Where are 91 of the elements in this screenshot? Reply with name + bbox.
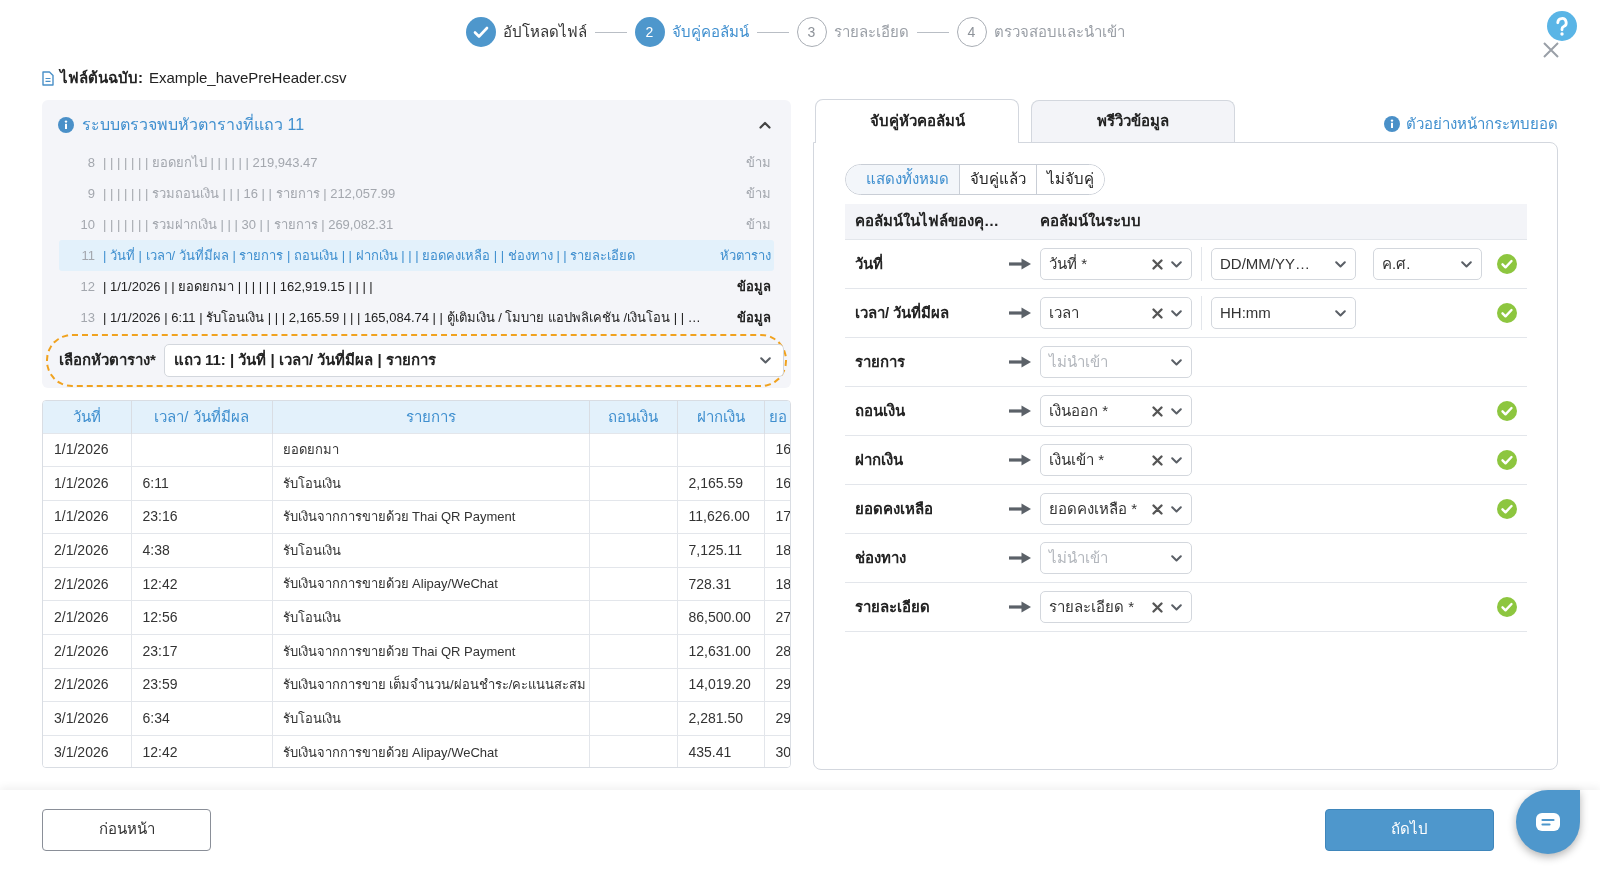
- clear-icon[interactable]: [1152, 258, 1163, 270]
- table-cell: รับเงินจากการขายด้วย Alipay/WeChat: [272, 735, 589, 767]
- format-select[interactable]: ค.ศ.: [1373, 248, 1482, 280]
- row-tag: ข้าม: [740, 214, 771, 235]
- arrow-right-icon: [1009, 503, 1031, 515]
- row-number: 8: [86, 153, 95, 172]
- row-content: | | | | | | | รวมฝากเงิน | | | 30 | | รายการ | 269,082.31: [103, 215, 394, 234]
- column-select[interactable]: ยอดคงเหลือ *: [1040, 493, 1192, 525]
- column-select[interactable]: วันที่ *: [1040, 248, 1192, 280]
- column-select[interactable]: เงินเข้า *: [1040, 444, 1192, 476]
- chevron-down-icon: [1335, 260, 1346, 268]
- row-content: | 1/1/2026 | | ยอดยกมา | | | | | | 162,919.15 | | | |: [103, 277, 373, 296]
- row-content: | | | | | | | ยอดยกไป | | | | | | 219,943.47: [103, 153, 318, 172]
- row-tag: หัวตาราง: [714, 245, 771, 266]
- row-tag: ข้าม: [740, 152, 771, 173]
- arrow-right-icon: [1009, 454, 1031, 466]
- arrow-right-icon: [1009, 601, 1031, 613]
- step-label: รายละเอียด: [833, 21, 909, 42]
- reconciliation-example-link[interactable]: ตัวอย่างหน้ากระทบยอด: [1406, 112, 1558, 136]
- source-column-name: เวลา/ วันที่มีผล: [854, 301, 951, 323]
- arrow-right-icon: [1009, 307, 1031, 319]
- arrow-right-icon: [1009, 356, 1031, 368]
- chevron-down-icon: [1171, 407, 1182, 415]
- header-row-select[interactable]: แถว 11: | วันที่ | เวลา/ วันที่มีผล | รายการ: [163, 344, 784, 377]
- step-label: จับคู่คอลัมน์: [671, 21, 749, 43]
- chevron-down-icon: [760, 357, 771, 364]
- clear-icon[interactable]: [1152, 405, 1163, 417]
- column-header: คอลัมน์ในไฟล์ของคุ…: [854, 210, 1000, 233]
- column-select[interactable]: รายละเอียด *: [1040, 591, 1192, 623]
- column-header: คอลัมน์ในระบบ: [1040, 211, 1141, 232]
- info-icon: [1384, 116, 1400, 132]
- row-number: 10: [79, 215, 95, 234]
- clear-icon[interactable]: [1152, 454, 1163, 466]
- chevron-down-icon: [1461, 260, 1472, 268]
- row-content: | | | | | | | รวมถอนเงิน | | | 16 | | รายการ | 212,057.99: [103, 184, 396, 203]
- filter-tab[interactable]: ไม่จับคู่: [1036, 165, 1104, 194]
- source-column-name: ช่องทาง: [854, 547, 907, 568]
- chevron-down-icon: [1335, 309, 1346, 317]
- chevron-down-icon: [1171, 456, 1182, 464]
- chevron-down-icon: [1171, 260, 1182, 268]
- clear-icon[interactable]: [1152, 601, 1163, 613]
- header-select-label: เลือกหัวตาราง*: [59, 350, 156, 371]
- column-select[interactable]: เวลา: [1040, 297, 1192, 329]
- row-number: 13: [79, 308, 95, 327]
- chevron-down-icon: [1171, 505, 1182, 513]
- source-column-name: ยอดคงเหลือ: [854, 498, 934, 519]
- tab[interactable]: จับคู่หัวคอลัมน์: [815, 99, 1019, 143]
- detection-title: ระบบตรวจพบหัวตารางที่แถว 11: [82, 113, 305, 135]
- step-label: ตรวจสอบและนำเข้า: [993, 21, 1125, 42]
- step-label: อัปโหลดไฟล์: [502, 21, 587, 42]
- clear-icon[interactable]: [1152, 503, 1163, 515]
- file-label: ไฟล์ต้นฉบับ:: [60, 67, 143, 88]
- row-tag: ข้อมูล: [731, 307, 771, 328]
- table-cell: 3/1/2026: [43, 735, 131, 767]
- row-number: 11: [80, 246, 95, 265]
- row-content: | วันที่ | เวลา/ วันที่มีผล | รายการ | ถอนเงิน | | ฝากเงิน | | | ยอดคงเหลือ | | ช่องทาง | | รายละเอียด: [103, 246, 636, 265]
- info-icon: [58, 117, 74, 133]
- tab[interactable]: พรีวิวข้อมูล: [1031, 100, 1235, 142]
- source-column-name: รายการ: [854, 351, 906, 372]
- file-icon: [42, 71, 54, 86]
- format-select[interactable]: HH:mm: [1211, 297, 1356, 329]
- source-column-name: ถอนเงิน: [854, 400, 906, 421]
- table-cell: 30: [764, 735, 790, 767]
- chevron-down-icon: [1171, 358, 1182, 366]
- row-number: 12: [79, 277, 95, 296]
- chevron-up-icon[interactable]: [759, 121, 771, 129]
- step-number: 2: [634, 17, 665, 47]
- step-number: 3: [796, 17, 827, 47]
- row-number: 9: [86, 184, 95, 203]
- close-icon[interactable]: [1543, 42, 1559, 58]
- table-cell: 435.41: [677, 735, 764, 767]
- chevron-down-icon: [1171, 309, 1182, 317]
- file-name: Example_havePreHeader.csv: [149, 68, 347, 88]
- source-column-name: ฝากเงิน: [854, 449, 904, 470]
- source-column-name: วันที่: [854, 252, 884, 274]
- back-button[interactable]: ก่อนหน้า: [42, 808, 211, 851]
- format-select[interactable]: DD/MM/YY…: [1211, 248, 1356, 280]
- row-content: | 1/1/2026 | 6:11 | รับโอนเงิน | | | 2,165.59 | | | 165,084.74 | | ตู้เติมเงิน / โมบาย แอปพลิเคชัน /เงินโอน | | …: [103, 308, 701, 328]
- chevron-down-icon: [1171, 603, 1182, 611]
- row-tag: ข้าม: [740, 183, 771, 204]
- table-cell: 12:42: [131, 735, 272, 767]
- arrow-right-icon: [1009, 258, 1031, 270]
- source-column-name: รายละเอียด: [854, 596, 931, 617]
- row-tag: ข้อมูล: [731, 276, 771, 297]
- column-select[interactable]: เงินออก *: [1040, 395, 1192, 427]
- chat-icon: [1535, 812, 1561, 832]
- arrow-right-icon: [1009, 552, 1031, 564]
- arrow-right-icon: [1009, 405, 1031, 417]
- chevron-down-icon: [1171, 554, 1182, 562]
- step-number: 4: [956, 17, 987, 47]
- clear-icon[interactable]: [1152, 307, 1163, 319]
